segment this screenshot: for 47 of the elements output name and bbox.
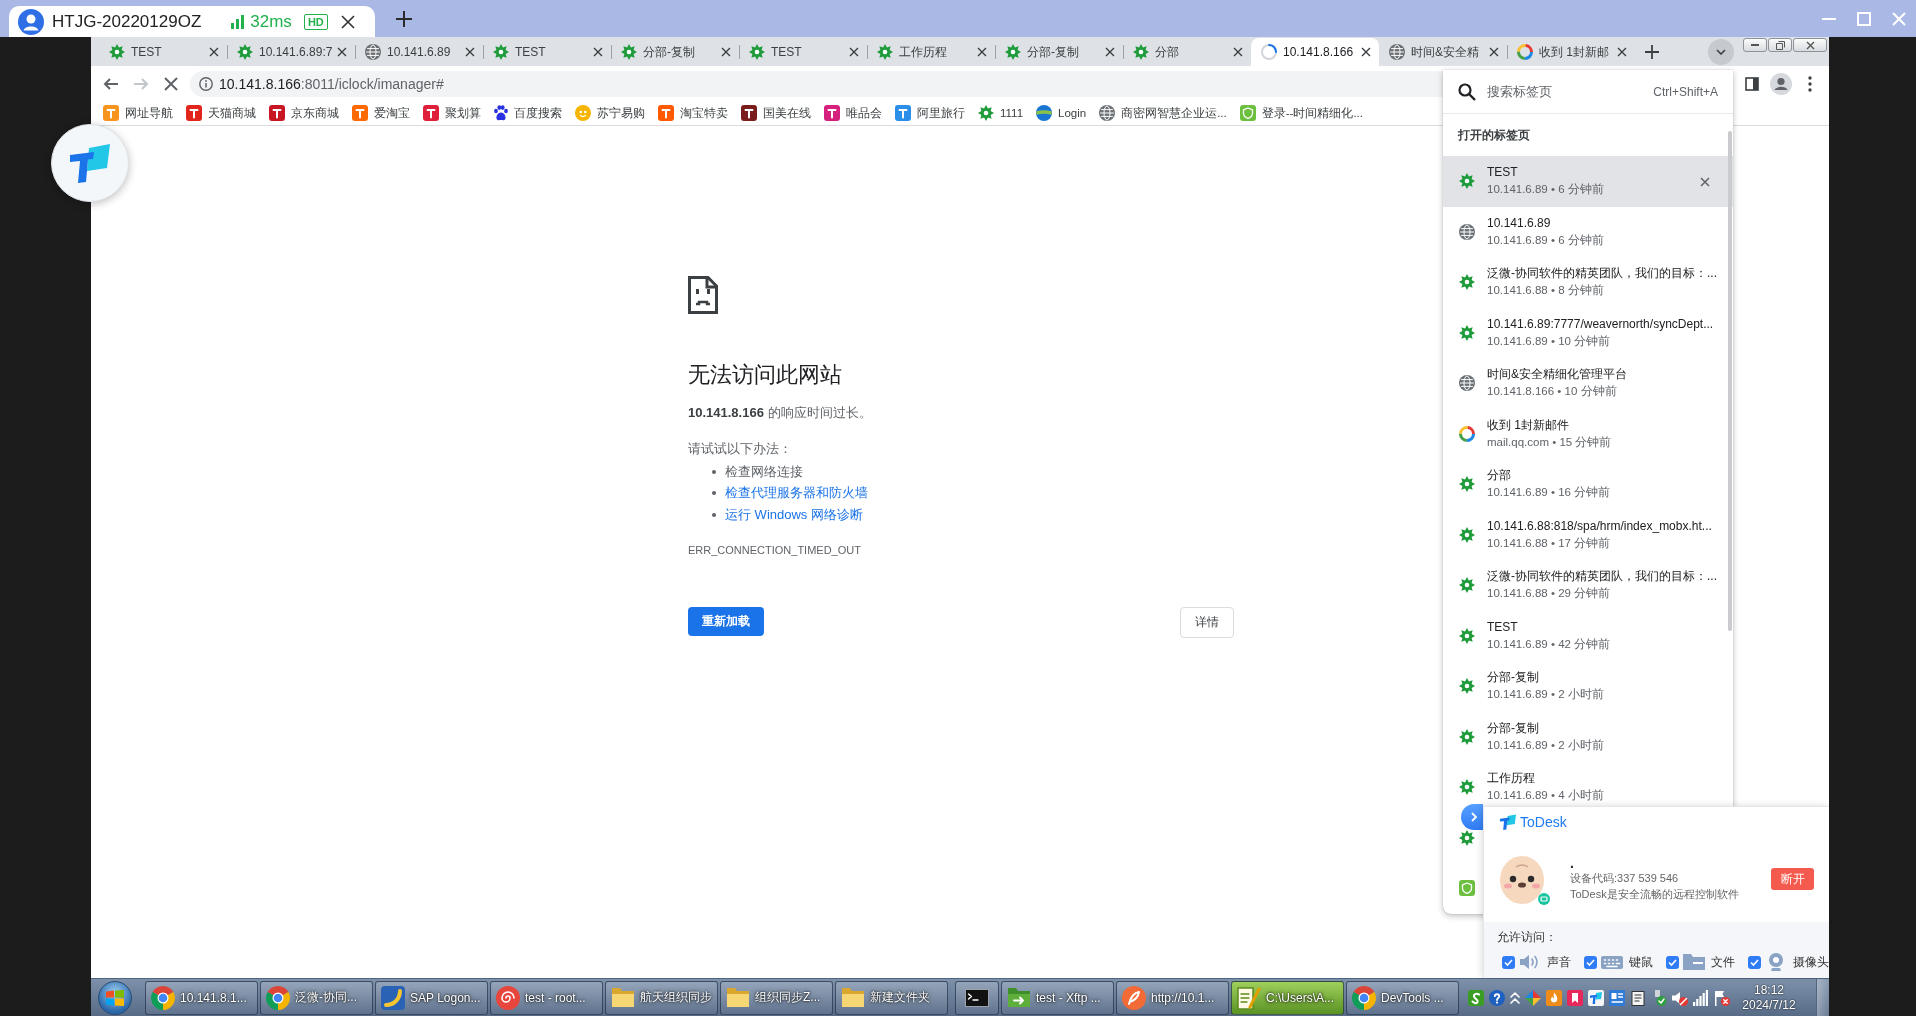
page-source-text: 10.141.6.89 • 2 小时前	[1487, 737, 1604, 753]
permission-label: 文件	[1711, 953, 1735, 971]
page-title: 10.141.6.89:7777/weavernorth/syncDept...	[1487, 316, 1714, 332]
page-title: 收到 1封新邮件	[1487, 417, 1570, 433]
latency-text: 32ms	[250, 11, 292, 32]
error-code: ERR_CONNECTION_TIMED_OUT	[688, 542, 862, 557]
device-code: 设备代码:337 539 546	[1570, 871, 1680, 886]
page-source-text: 10.141.6.89 • 6 分钟前	[1487, 232, 1604, 248]
clock-time: 18:12	[1754, 982, 1784, 998]
suggestions-intro: 请试试以下办法：	[688, 440, 793, 458]
page-title: 10.141.6.88:818/spa/hrm/index_mobx.ht...	[1487, 518, 1712, 534]
permissions-title: 允许访问：	[1497, 929, 1558, 945]
page-source-text: 10.141.6.89 • 16 分钟前	[1487, 485, 1611, 501]
shortcut-hint: Ctrl+Shift+A	[1653, 84, 1718, 99]
error-message: 10.141.8.166 的响应时间过长。	[688, 404, 873, 422]
page-title: 泛微-协同软件的精英团队，我们的目标：...	[1487, 266, 1717, 282]
error-heading: 无法访问此网站	[688, 362, 843, 388]
page-title: 分部-复制	[1487, 720, 1540, 736]
page-title: 工作历程	[1487, 771, 1536, 787]
page-source-text: 10.141.6.89 • 4 小时前	[1487, 788, 1604, 804]
permission-label: 声音	[1547, 953, 1571, 971]
page-title: 分部-复制	[1487, 670, 1540, 686]
page-source-text: 10.141.6.89 • 2 小时前	[1487, 687, 1604, 703]
page-source-text: 10.141.6.89 • 10 分钟前	[1487, 333, 1612, 349]
page-title: 时间&安全精细化管理平台	[1487, 367, 1627, 383]
app-tagline: ToDesk是安全流畅的远程控制软件	[1570, 887, 1739, 902]
page-title: TEST	[1487, 619, 1519, 635]
page-source-text: mail.qq.com • 15 分钟前	[1487, 434, 1612, 450]
clock-date: 2024/7/12	[1742, 997, 1796, 1013]
page-source-text: 10.141.6.89 • 6 分钟前	[1487, 182, 1604, 198]
permission-label: 摄像头	[1793, 953, 1829, 971]
suggestion-text: 检查网络连接	[725, 462, 803, 481]
page-source-text: 10.141.6.88 • 8 分钟前	[1487, 283, 1605, 299]
permission-label: 键鼠	[1629, 953, 1653, 971]
page-source-text: 10.141.6.89 • 42 分钟前	[1487, 636, 1611, 652]
session-title: HTJG-20220129OZ	[52, 11, 202, 32]
page-title: 10.141.6.89	[1487, 215, 1552, 231]
app-title: ToDesk	[1520, 813, 1567, 830]
page-source-text: 10.141.6.88 • 29 分钟前	[1487, 586, 1612, 602]
page-source-text: 10.141.6.88 • 17 分钟前	[1487, 535, 1612, 551]
section-title: 打开的标签页	[1458, 126, 1530, 144]
page-source-text: 10.141.8.166 • 10 分钟前	[1487, 384, 1618, 400]
quality-badge: HD	[303, 13, 328, 30]
device-name: .	[1570, 856, 1575, 870]
page-title: 泛微-协同软件的精英团队，我们的目标：...	[1487, 569, 1717, 585]
page-title: 分部	[1487, 468, 1512, 484]
page-title: TEST	[1487, 165, 1519, 181]
